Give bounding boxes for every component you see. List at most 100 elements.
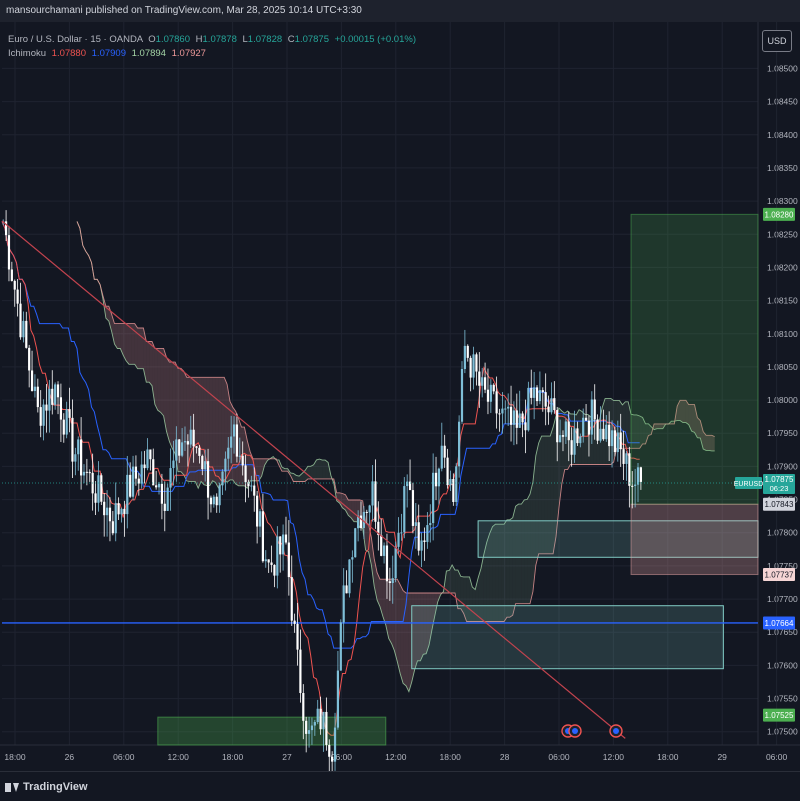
candle-body: [420, 540, 422, 550]
candle-body: [259, 511, 261, 526]
candle-body: [270, 562, 272, 564]
candle-body: [556, 410, 558, 442]
candle-body: [521, 414, 523, 423]
candle-body: [103, 502, 105, 515]
candle-body: [296, 624, 298, 650]
cloud-segment: [129, 324, 132, 365]
symbol-legend-row: Euro / U.S. Dollar · 15 · OANDA O1.07860…: [8, 33, 416, 47]
candle-body: [34, 387, 36, 391]
candle-body: [195, 446, 197, 448]
candle-body: [530, 388, 532, 398]
candle-body: [386, 545, 388, 581]
candle-body: [262, 511, 264, 561]
cloud-segment: [322, 460, 325, 479]
candle-body: [446, 458, 448, 486]
candle-body: [354, 528, 356, 557]
price-label-text: 1.08280: [765, 210, 794, 219]
candle-body: [510, 407, 512, 425]
candle-body: [207, 461, 209, 497]
tradingview-logo[interactable]: TradingView: [5, 781, 88, 793]
candle-body: [48, 389, 50, 411]
candle-body: [455, 466, 457, 502]
tradingview-brand: TradingView: [23, 781, 88, 793]
candle-body: [576, 428, 578, 443]
candle-body: [461, 369, 463, 422]
candle-body: [441, 446, 443, 469]
zone-box[interactable]: [412, 606, 724, 669]
candle-body: [230, 437, 232, 448]
x-tick-label: 28: [500, 752, 510, 762]
y-tick-label: 1.07800: [767, 528, 798, 538]
candle-body: [594, 399, 596, 419]
candle-body: [360, 516, 362, 528]
cloud-segment: [400, 585, 403, 684]
x-tick-label: 18:00: [440, 752, 462, 762]
candle-body: [167, 488, 169, 511]
price-chart[interactable]: 1.085001.084501.084001.083501.083001.082…: [0, 0, 800, 800]
candle-body: [68, 409, 70, 418]
candle-body: [325, 712, 327, 745]
cloud-segment: [366, 523, 369, 552]
candle-body: [37, 387, 39, 407]
cloud-segment: [317, 459, 320, 479]
candle-body: [571, 440, 573, 455]
candle-body: [244, 465, 246, 482]
candle-body: [282, 535, 284, 555]
cloud-segment: [218, 377, 221, 488]
candle-body: [605, 425, 607, 439]
candle-body: [227, 448, 229, 459]
ichimoku-label[interactable]: Ichimoku: [8, 48, 46, 59]
candle-body: [291, 577, 293, 621]
candle-body: [279, 536, 281, 554]
event-icon-3-flag: [613, 728, 619, 734]
candle-body: [380, 535, 382, 556]
cloud-segment: [155, 348, 158, 410]
candle-body: [40, 407, 42, 426]
candle-body: [233, 424, 235, 436]
candle-body: [22, 321, 24, 337]
candle-body: [161, 484, 163, 504]
candle-body: [60, 397, 62, 419]
candle-body: [366, 512, 368, 513]
candle-body: [504, 409, 506, 410]
cloud-segment: [342, 493, 345, 509]
currency-button[interactable]: USD: [762, 30, 792, 52]
candle-body: [138, 479, 140, 484]
price-label-text: 1.07664: [765, 619, 794, 628]
y-tick-label: 1.08350: [767, 163, 798, 173]
candle-body: [507, 407, 509, 409]
footer-bar: TradingView: [0, 771, 800, 801]
cloud-segment: [216, 377, 219, 488]
cloud-segment: [169, 362, 172, 448]
y-tick-label: 1.08400: [767, 130, 798, 140]
zone-box[interactable]: [158, 717, 386, 745]
candle-body: [620, 432, 622, 449]
candle-body: [123, 509, 125, 514]
y-tick-label: 1.08000: [767, 395, 798, 405]
candle-body: [400, 532, 402, 533]
candle-body: [418, 522, 420, 550]
candle-body: [17, 290, 19, 304]
price-label-text: 1.07737: [765, 571, 794, 580]
candle-body: [444, 446, 446, 458]
candle-body: [77, 439, 79, 454]
y-tick-label: 1.07550: [767, 694, 798, 704]
y-tick-label: 1.07950: [767, 428, 798, 438]
candle-body: [472, 354, 474, 377]
symbol-name[interactable]: Euro / U.S. Dollar · 15 · OANDA: [8, 34, 143, 45]
x-tick-label: 26: [65, 752, 75, 762]
candle-body: [545, 392, 547, 406]
candle-body: [94, 493, 96, 502]
event-icon-2-flag: [572, 728, 578, 734]
candle-body: [631, 486, 633, 487]
candle-body: [155, 485, 157, 487]
candle-body: [149, 449, 151, 459]
high-label: H: [196, 34, 203, 45]
candle-body: [628, 453, 630, 486]
candle-body: [369, 505, 371, 512]
loss-zone[interactable]: [631, 504, 758, 574]
profit-zone[interactable]: [631, 214, 758, 504]
candle-body: [126, 475, 128, 514]
candle-body: [322, 712, 324, 729]
candle-body: [640, 467, 642, 482]
